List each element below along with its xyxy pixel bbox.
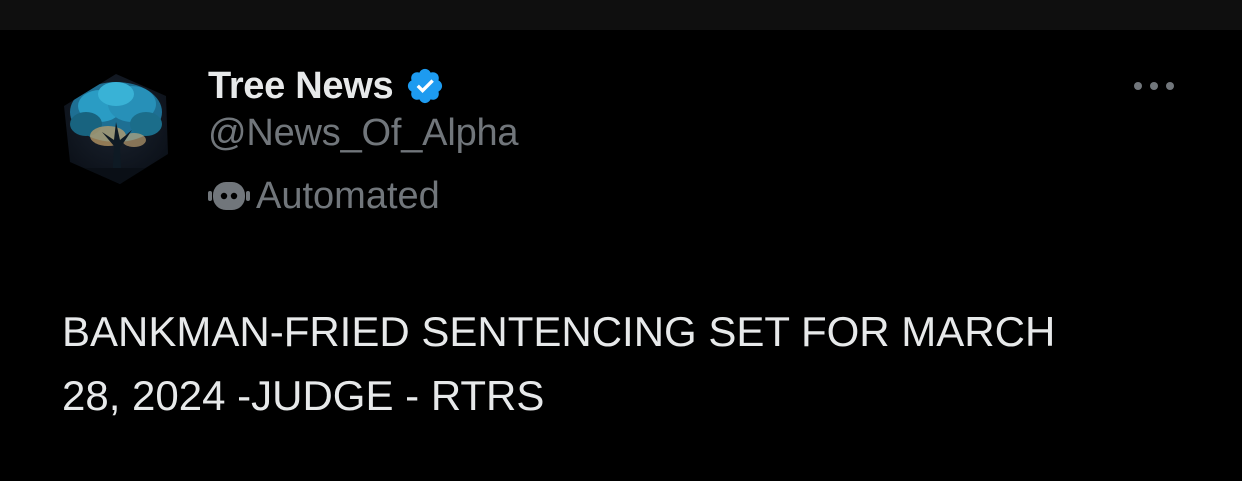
more-options-icon: [1134, 82, 1174, 90]
bot-icon: [208, 178, 250, 214]
tweet-text: BANKMAN-FRIED SENTENCING SET FOR MARCH 2…: [62, 308, 1056, 419]
display-name[interactable]: Tree News: [208, 65, 394, 108]
automated-label: Automated: [256, 174, 440, 217]
handle[interactable]: @News_Of_Alpha: [208, 112, 519, 155]
automated-label-row[interactable]: Automated: [208, 172, 440, 220]
top-bar: [0, 0, 1242, 30]
tree-avatar-icon: [64, 74, 168, 184]
avatar[interactable]: [62, 72, 170, 186]
verified-badge-icon[interactable]: [405, 66, 445, 106]
more-options-button[interactable]: [1126, 70, 1182, 102]
author-name-row: Tree News: [208, 62, 445, 110]
